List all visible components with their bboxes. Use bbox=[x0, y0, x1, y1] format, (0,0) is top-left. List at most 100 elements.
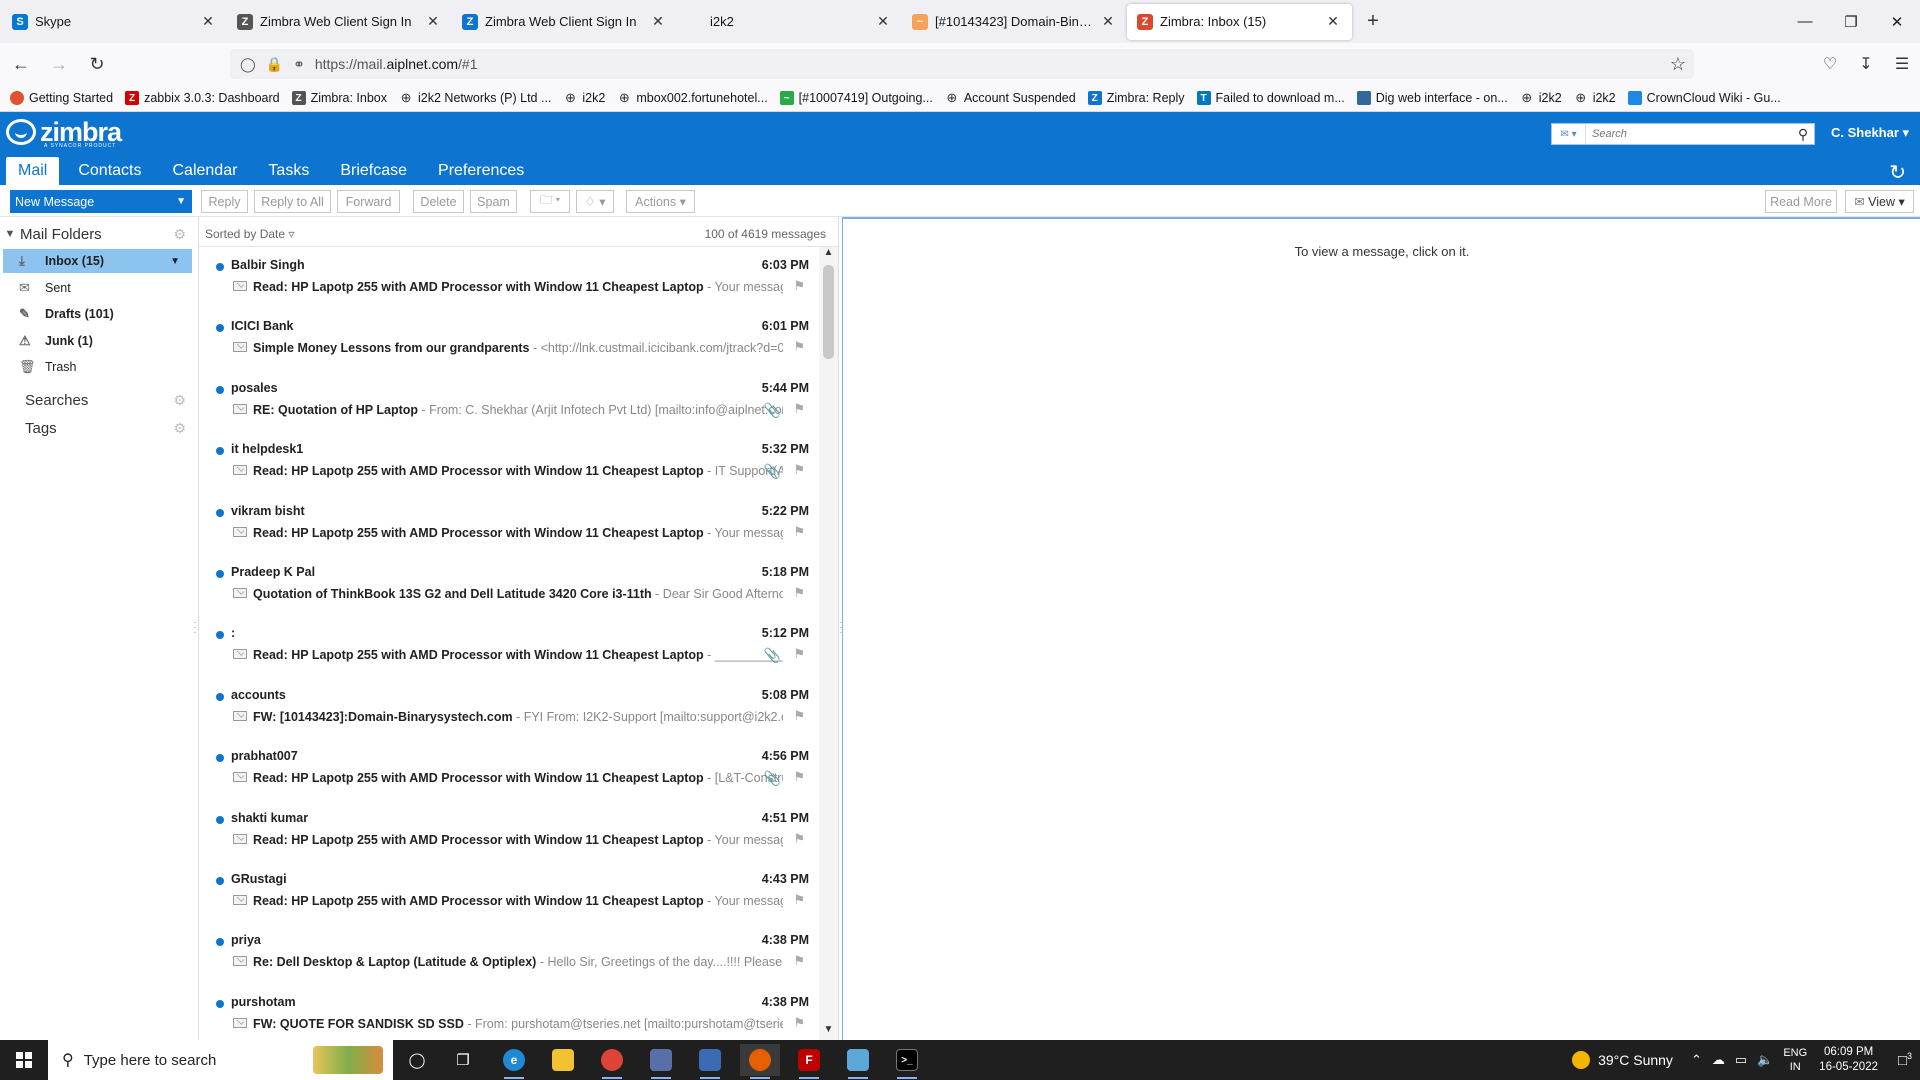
scroll-up-icon[interactable]: ▲ bbox=[819, 247, 838, 263]
app-tab-calendar[interactable]: Calendar bbox=[160, 157, 249, 185]
unread-dot-icon[interactable] bbox=[216, 938, 224, 947]
delete-button[interactable]: Delete bbox=[413, 190, 464, 213]
bookmark-item[interactable]: Z Zimbra: Reply bbox=[1087, 91, 1185, 105]
flag-icon[interactable]: ⚑ bbox=[793, 769, 805, 785]
unread-dot-icon[interactable] bbox=[216, 570, 224, 578]
sort-direction-icon[interactable]: ▿ bbox=[288, 227, 294, 241]
language-indicator[interactable]: ENG IN bbox=[1783, 1046, 1807, 1074]
message-row[interactable]: GRustagi 4:43 PM Read: HP Lapotp 255 with … bbox=[199, 861, 821, 923]
flag-icon[interactable]: ⚑ bbox=[793, 892, 805, 908]
reply-all-button[interactable]: Reply to All bbox=[254, 190, 331, 213]
download-icon[interactable]: ↧ bbox=[1848, 54, 1884, 74]
speaker-icon[interactable]: 🔈 bbox=[1757, 1052, 1773, 1068]
url-bar[interactable]: ◯ 🔒 ⚭ https://mail. aiplnet.com/#1 ☆ bbox=[230, 49, 1694, 79]
message-row[interactable]: : 5:12 PM Read: HP Lapotp 255 with AMD Pro… bbox=[199, 615, 821, 677]
folder-junk[interactable]: ⚠ Junk (1) bbox=[3, 329, 192, 353]
message-row[interactable]: ICICI Bank 6:01 PM Simple Money Lessons fr… bbox=[199, 308, 821, 370]
bookmark-item[interactable]: ⊕ mbox002.fortunehotel... bbox=[617, 90, 768, 105]
close-icon[interactable]: ✕ bbox=[649, 13, 667, 30]
bookmark-item[interactable]: ~ [#10007419] Outgoing... bbox=[779, 91, 933, 105]
unread-dot-icon[interactable] bbox=[216, 324, 224, 333]
flag-icon[interactable]: ⚑ bbox=[793, 339, 805, 355]
gear-icon[interactable]: ⚙ bbox=[173, 420, 186, 437]
close-icon[interactable]: ✕ bbox=[424, 13, 442, 30]
app-tab-preferences[interactable]: Preferences bbox=[426, 157, 536, 185]
sort-by-date[interactable]: Sorted by Date ▿ bbox=[205, 227, 294, 241]
onedrive-icon[interactable]: ☁ bbox=[1712, 1052, 1725, 1068]
firefox-icon[interactable] bbox=[740, 1044, 780, 1079]
flag-icon[interactable]: ⚑ bbox=[793, 401, 805, 417]
search-icon[interactable]: ⚲ bbox=[1792, 126, 1814, 143]
bookmark-item[interactable]: ⊕ Account Suspended bbox=[945, 90, 1075, 105]
user-menu[interactable]: C. Shekhar bbox=[1831, 125, 1909, 141]
new-tab-icon[interactable]: + bbox=[1358, 10, 1388, 33]
forward-button[interactable]: Forward bbox=[337, 190, 400, 213]
flag-icon[interactable]: ⚑ bbox=[793, 1015, 805, 1031]
actions-button[interactable]: Actions ▾ bbox=[626, 190, 695, 213]
flag-icon[interactable]: ⚑ bbox=[793, 831, 805, 847]
flag-icon[interactable]: ⚑ bbox=[793, 278, 805, 294]
unread-dot-icon[interactable] bbox=[216, 815, 224, 824]
scroll-down-icon[interactable]: ▼ bbox=[819, 1024, 838, 1040]
close-icon[interactable]: ✕ bbox=[1324, 13, 1342, 30]
browser-tab-3[interactable]: Z Zimbra Web Client Sign In ✕ bbox=[452, 4, 677, 40]
bookmark-item[interactable]: Z Zimbra: Inbox bbox=[291, 91, 387, 105]
message-row[interactable]: purshotam 4:38 PM FW: QUOTE FOR SANDISK SD… bbox=[199, 984, 821, 1040]
back-arrow-icon[interactable]: ← bbox=[4, 47, 38, 81]
app-icon[interactable] bbox=[641, 1044, 681, 1079]
bookmark-item[interactable]: ⊕ i2k2 Networks (P) Ltd ... bbox=[399, 90, 552, 105]
bookmark-item[interactable]: Dig web interface - on... bbox=[1356, 91, 1508, 105]
unread-dot-icon[interactable] bbox=[216, 385, 224, 394]
pocket-icon[interactable]: ♡ bbox=[1812, 54, 1848, 74]
tag-button[interactable]: ♢ ▾ bbox=[576, 190, 614, 213]
close-icon[interactable]: ✕ bbox=[1099, 13, 1117, 30]
close-icon[interactable]: ✕ bbox=[874, 13, 892, 30]
menu-icon[interactable]: ☰ bbox=[1884, 54, 1920, 74]
message-row[interactable]: Balbir Singh 6:03 PM Read: HP Lapotp 255 w… bbox=[199, 247, 821, 309]
unread-dot-icon[interactable] bbox=[216, 263, 224, 271]
edge-icon[interactable]: e bbox=[494, 1044, 534, 1079]
network-tool-icon[interactable] bbox=[690, 1044, 730, 1079]
app-tab-briefcase[interactable]: Briefcase bbox=[328, 157, 419, 185]
chevron-up-icon[interactable]: ⌃ bbox=[1691, 1052, 1702, 1068]
search-type-mail-icon[interactable]: ✉ ▾ bbox=[1552, 124, 1586, 144]
forward-arrow-icon[interactable]: → bbox=[42, 47, 76, 81]
windows-start-button[interactable] bbox=[0, 1040, 48, 1080]
minimize-icon[interactable]: — bbox=[1782, 0, 1828, 43]
bookmark-item[interactable]: ⊕ i2k2 bbox=[1574, 90, 1615, 105]
flag-icon[interactable]: ⚑ bbox=[793, 524, 805, 540]
refresh-icon[interactable]: ↻ bbox=[1889, 160, 1906, 185]
scrollbar-thumb[interactable] bbox=[823, 265, 834, 359]
filezilla-icon[interactable]: F bbox=[789, 1044, 829, 1079]
app-tab-mail[interactable]: Mail bbox=[6, 157, 60, 185]
view-button[interactable]: ✉ View ▾ bbox=[1845, 190, 1914, 213]
close-icon[interactable]: ✕ bbox=[199, 13, 217, 30]
spam-button[interactable]: Spam bbox=[470, 190, 517, 213]
search-input[interactable] bbox=[1586, 128, 1792, 140]
app-tab-tasks[interactable]: Tasks bbox=[256, 157, 321, 185]
chevron-down-icon[interactable]: ▼ bbox=[176, 196, 186, 207]
lock-icon[interactable]: 🔒 bbox=[266, 56, 283, 73]
notification-center-icon[interactable]: □3 bbox=[1890, 1051, 1920, 1069]
clock[interactable]: 06:09 PM 16-05-2022 bbox=[1819, 1045, 1878, 1075]
bookmark-item[interactable]: Zzabbix 3.0.3: Dashboard bbox=[125, 91, 280, 105]
browser-tab-1[interactable]: S Skype ✕ bbox=[2, 4, 227, 40]
message-row[interactable]: prabhat007 4:56 PM Read: HP Lapotp 255 wit… bbox=[199, 738, 821, 800]
file-explorer-icon[interactable] bbox=[543, 1044, 583, 1076]
message-row[interactable]: priya 4:38 PM Re: Dell Desktop & Laptop (L… bbox=[199, 922, 821, 984]
searches-header[interactable]: Searches ⚙ bbox=[0, 389, 192, 411]
bookmark-item[interactable]: ⊕ i2k2 bbox=[563, 90, 605, 105]
unread-dot-icon[interactable] bbox=[216, 754, 224, 763]
collapse-triangle-icon[interactable]: ▼ bbox=[0, 228, 20, 240]
reply-button[interactable]: Reply bbox=[201, 190, 248, 213]
folder-sent[interactable]: ✉ Sent bbox=[3, 276, 192, 300]
key-icon[interactable]: ⚭ bbox=[293, 56, 305, 73]
folder-drafts[interactable]: ✎ Drafts (101) bbox=[3, 302, 192, 326]
flag-icon[interactable]: ⚑ bbox=[793, 585, 805, 601]
message-row[interactable]: vikram bisht 5:22 PM Read: HP Lapotp 255 w… bbox=[199, 493, 821, 555]
flag-icon[interactable]: ⚑ bbox=[793, 646, 805, 662]
gear-icon[interactable]: ⚙ bbox=[173, 226, 186, 243]
browser-tab-6[interactable]: Z Zimbra: Inbox (15) ✕ bbox=[1127, 3, 1352, 40]
cortana-icon[interactable]: ◯ bbox=[397, 1044, 437, 1076]
unread-dot-icon[interactable] bbox=[216, 999, 224, 1008]
